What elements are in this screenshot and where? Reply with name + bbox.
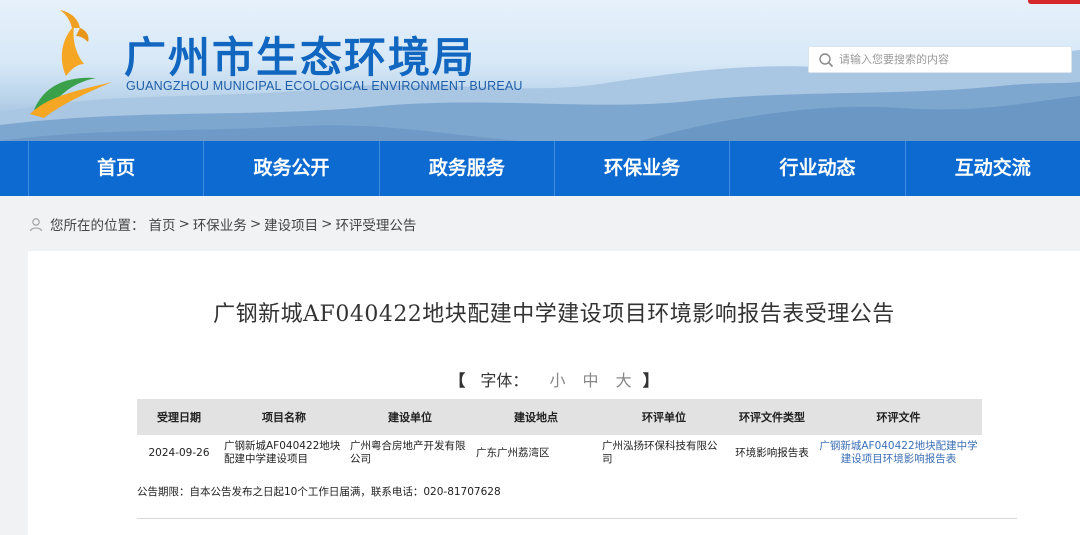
breadcrumb-eia-acceptance[interactable]: 环评受理公告 (335, 214, 416, 234)
column-header: 环评文件类型 (729, 399, 815, 435)
column-header: 项目名称 (221, 399, 347, 435)
nav-item-government-services[interactable]: 政务服务 (378, 141, 554, 196)
column-header: 环评单位 (599, 399, 729, 435)
column-header: 建设地点 (473, 399, 599, 435)
breadcrumb: 您所在的位置： 首页 > 环保业务 > 建设项目 > 环评受理公告 (28, 214, 416, 234)
breadcrumb-construction-projects[interactable]: 建设项目 (264, 214, 318, 234)
font-size-selector: 【 字体： 小 中 大 】 (28, 367, 1080, 391)
site-header: 广州市生态环境局 GUANGZHOU MUNICIPAL ECOLOGICAL … (0, 0, 1080, 141)
breadcrumb-prefix: 您所在的位置： (50, 218, 145, 234)
cell-accept-date: 2024-09-26 (148, 446, 210, 459)
search-box[interactable] (808, 46, 1072, 73)
font-size-small-button[interactable]: 小 (549, 371, 565, 390)
nav-item-environmental-business[interactable]: 环保业务 (553, 141, 729, 196)
article-title: 广钢新城AF040422地块配建中学建设项目环境影响报告表受理公告 (213, 302, 895, 327)
notice-table: 受理日期 项目名称 建设单位 建设地点 环评单位 环评文件类型 环评文件 202… (137, 399, 982, 471)
breadcrumb-separator: > (178, 216, 190, 232)
bracket-right: 】 (642, 371, 659, 390)
notice-period-text: 公告期限：自本公告发布之日起10个工作日届满，联系电话：020-81707628 (137, 486, 501, 498)
article-container: 广钢新城AF040422地块配建中学建设项目环境影响报告表受理公告 【 字体： … (28, 251, 1080, 535)
cell-construction-unit: 广州粤合房地产开发有限公司 (350, 440, 466, 465)
cell-eia-type: 环境影响报告表 (735, 446, 809, 459)
eia-document-link[interactable]: 广钢新城AF040422地块配建中学建设项目环境影响报告表 (819, 440, 977, 465)
table-header-row: 受理日期 项目名称 建设单位 建设地点 环评单位 环评文件类型 环评文件 (137, 399, 982, 435)
cell-project-name: 广钢新城AF040422地块配建中学建设项目 (224, 440, 341, 465)
column-header: 建设单位 (347, 399, 473, 435)
divider (137, 518, 1017, 519)
table-row: 2024-09-26 广钢新城AF040422地块配建中学建设项目 广州粤合房地… (137, 435, 982, 471)
bracket-left: 【 (449, 371, 466, 390)
cell-location: 广东广州荔湾区 (476, 446, 550, 459)
site-title: 广州市生态环境局 (124, 33, 477, 82)
font-size-label: 字体： (480, 371, 529, 390)
breadcrumb-home[interactable]: 首页 (149, 214, 176, 234)
cell-eia-document: 广钢新城AF040422地块配建中学建设项目环境影响报告表 (815, 435, 982, 471)
nav-item-home[interactable]: 首页 (28, 141, 203, 196)
site-subtitle: GUANGZHOU MUNICIPAL ECOLOGICAL ENVIRONME… (126, 79, 523, 93)
nav-item-government-affairs[interactable]: 政务公开 (203, 141, 378, 196)
font-size-medium-button[interactable]: 中 (583, 371, 599, 390)
cell-eia-unit: 广州泓扬环保科技有限公司 (602, 440, 718, 465)
search-icon[interactable] (818, 52, 834, 68)
breadcrumb-environmental-business[interactable]: 环保业务 (193, 214, 247, 234)
main-nav: 首页 政务公开 政务服务 环保业务 行业动态 互动交流 (0, 141, 1080, 196)
location-icon (29, 218, 43, 232)
column-header: 受理日期 (137, 399, 221, 435)
breadcrumb-separator: > (321, 216, 333, 232)
search-input[interactable] (839, 47, 1067, 72)
font-size-large-button[interactable]: 大 (616, 371, 632, 390)
breadcrumb-separator: > (249, 216, 262, 232)
column-header: 环评文件 (815, 399, 982, 435)
nav-item-industry-news[interactable]: 行业动态 (729, 141, 904, 196)
top-accent-bar (1028, 0, 1080, 4)
nav-item-interaction[interactable]: 互动交流 (904, 141, 1080, 196)
bureau-logo-icon (30, 10, 112, 118)
